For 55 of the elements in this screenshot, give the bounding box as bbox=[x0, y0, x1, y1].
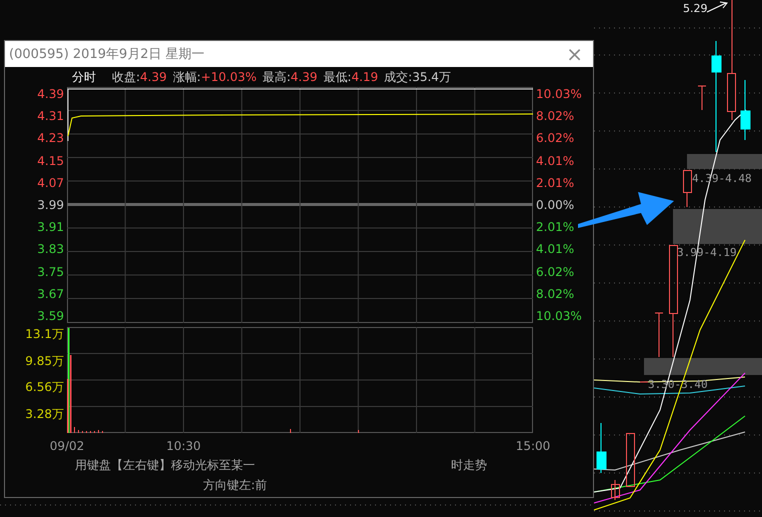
price-axis-label: 4.15 bbox=[37, 154, 64, 168]
quote-value: 4.39 bbox=[140, 70, 167, 84]
candlestick bbox=[683, 170, 692, 208]
percent-axis-label: 4.01% bbox=[536, 154, 574, 168]
quote-value: 4.19 bbox=[351, 70, 378, 84]
time-axis-label: 15:00 bbox=[516, 439, 550, 453]
candlestick bbox=[740, 80, 750, 140]
hint-text: 方向键左:前 bbox=[203, 476, 268, 494]
price-axis-label: 3.59 bbox=[37, 308, 64, 323]
price-label: 5.29 bbox=[683, 2, 708, 15]
chart-mode-label: 分时 bbox=[72, 68, 96, 86]
quote-label: 最高: bbox=[262, 70, 291, 84]
quote-value: +10.03% bbox=[200, 70, 257, 84]
quote-label: 收盘: bbox=[112, 70, 140, 84]
percent-axis-label: 6.02% bbox=[536, 264, 574, 278]
window-title: (000595) 2019年9月2日 星期一 bbox=[9, 46, 205, 63]
candlestick bbox=[611, 480, 620, 500]
volume-axis-label: 13.1万 bbox=[25, 327, 64, 343]
price-axis-label: 3.83 bbox=[37, 242, 64, 256]
percent-axis-label: 8.02% bbox=[536, 286, 574, 301]
volume-axis-label: 6.56万 bbox=[25, 380, 64, 396]
percent-axis-label: 6.02% bbox=[536, 131, 574, 146]
percent-axis-label: 2.01% bbox=[536, 176, 574, 190]
price-axis-label: 3.91 bbox=[37, 220, 64, 234]
quote-value: 4.39 bbox=[290, 70, 318, 84]
quote-value: 35.4万 bbox=[412, 70, 451, 84]
volume-axis-label: 3.28万 bbox=[25, 406, 64, 422]
candlestick bbox=[654, 312, 664, 358]
candlestick bbox=[626, 433, 635, 487]
price-axis-label: 4.39 bbox=[37, 87, 64, 101]
volume-axis-label: 9.85万 bbox=[25, 354, 64, 370]
hint-text: 用键盘【左右键】移动光标至某一 bbox=[75, 456, 255, 474]
time-axis-label: 09/02 bbox=[50, 439, 84, 453]
percent-axis-label: 4.01% bbox=[536, 242, 574, 256]
price-axis-label: 3.99 bbox=[37, 198, 64, 212]
arrow-icon bbox=[578, 192, 674, 228]
quote-label: 最低: bbox=[323, 70, 352, 84]
price-axis-label: 4.31 bbox=[37, 109, 64, 124]
pointer-arrow-icon bbox=[706, 2, 728, 12]
quote-label: 成交: bbox=[384, 70, 412, 84]
price-axis-label: 3.67 bbox=[37, 286, 64, 301]
percent-axis-label: 0.00% bbox=[536, 198, 574, 212]
price-axis-label: 4.07 bbox=[37, 176, 64, 190]
percent-axis-label: 2.01% bbox=[536, 220, 574, 234]
quote-label: 涨幅: bbox=[172, 70, 201, 84]
candlestick bbox=[596, 422, 606, 474]
time-axis-label: 10:30 bbox=[166, 439, 201, 453]
percent-axis-label: 10.03% bbox=[536, 87, 582, 101]
hint-text: 时走势 bbox=[451, 456, 487, 474]
candlestick bbox=[698, 86, 706, 110]
close-button[interactable]: × bbox=[562, 44, 587, 64]
price-axis-label: 4.23 bbox=[37, 131, 64, 146]
percent-axis-label: 10.03% bbox=[536, 308, 582, 323]
price-axis-label: 3.75 bbox=[37, 264, 64, 278]
percent-axis-label: 8.02% bbox=[536, 109, 574, 124]
